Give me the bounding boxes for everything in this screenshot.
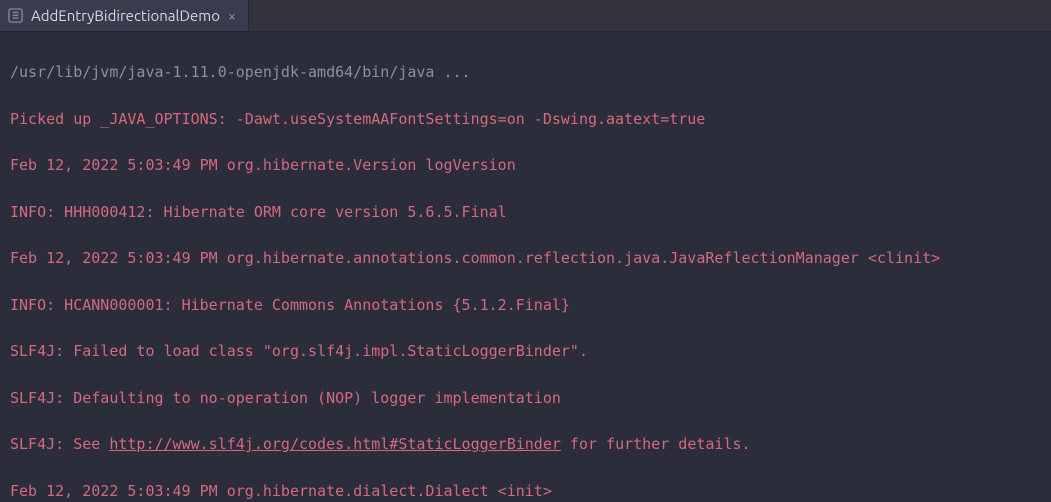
console-line: Feb 12, 2022 5:03:49 PM org.hibernate.Ve… bbox=[10, 154, 1041, 177]
tab-bar: AddEntryBidirectionalDemo × bbox=[0, 0, 1051, 32]
console-line: SLF4J: Defaulting to no-operation (NOP) … bbox=[10, 387, 1041, 410]
tab-close-icon[interactable]: × bbox=[226, 9, 238, 23]
console-line: INFO: HCANN000001: Hibernate Commons Ann… bbox=[10, 294, 1041, 317]
console-line: SLF4J: See http://www.slf4j.org/codes.ht… bbox=[10, 433, 1041, 456]
console-line: Picked up _JAVA_OPTIONS: -Dawt.useSystem… bbox=[10, 108, 1041, 131]
console-line: INFO: HHH000412: Hibernate ORM core vers… bbox=[10, 201, 1041, 224]
slf4j-docs-link[interactable]: http://www.slf4j.org/codes.html#StaticLo… bbox=[109, 435, 561, 453]
console-line: Feb 12, 2022 5:03:49 PM org.hibernate.di… bbox=[10, 480, 1041, 502]
console-text: for further details. bbox=[561, 435, 751, 453]
console-line: SLF4J: Failed to load class "org.slf4j.i… bbox=[10, 340, 1041, 363]
run-tab[interactable]: AddEntryBidirectionalDemo × bbox=[0, 0, 249, 31]
console-text: SLF4J: See bbox=[10, 435, 109, 453]
console-output[interactable]: /usr/lib/jvm/java-1.11.0-openjdk-amd64/b… bbox=[0, 32, 1051, 502]
console-command: /usr/lib/jvm/java-1.11.0-openjdk-amd64/b… bbox=[10, 61, 1041, 84]
run-config-icon bbox=[8, 8, 23, 23]
console-line: Feb 12, 2022 5:03:49 PM org.hibernate.an… bbox=[10, 247, 1041, 270]
tab-title: AddEntryBidirectionalDemo bbox=[31, 7, 220, 24]
